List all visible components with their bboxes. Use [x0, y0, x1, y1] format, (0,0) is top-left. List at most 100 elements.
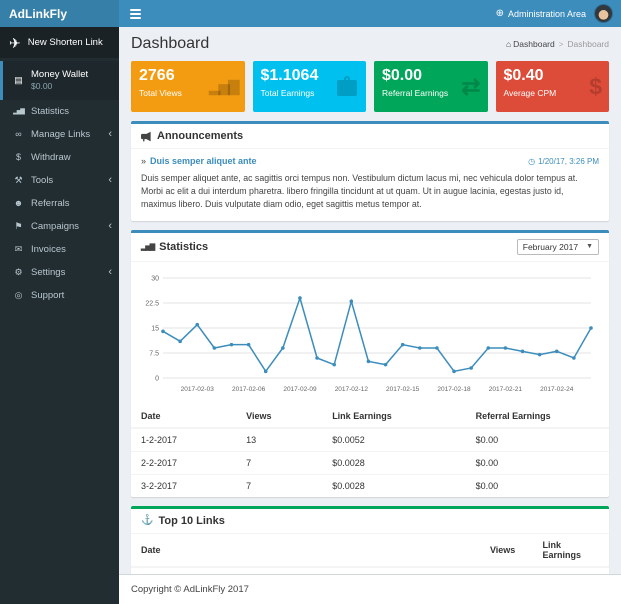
sidebar-item-label: Manage Links — [31, 128, 91, 140]
table-row: ∞ AdLinkFly - Monetized URL Shortener - … — [131, 566, 609, 574]
svg-text:2017-02-03: 2017-02-03 — [181, 386, 215, 393]
link-icon: ∞ — [15, 129, 22, 139]
svg-text:15: 15 — [151, 325, 159, 332]
content: Dashboard ⌂ Dashboard > Dashboard 2766 T… — [119, 27, 621, 574]
new-shorten-link-button[interactable]: ✈ New Shorten Link — [0, 27, 119, 58]
announcement-link[interactable]: Duis semper aliquet ante — [150, 156, 257, 166]
life-ring-icon: ◎ — [14, 289, 23, 300]
user-avatar[interactable] — [594, 4, 613, 23]
svg-text:2017-02-12: 2017-02-12 — [335, 386, 369, 393]
stat-boxes-row: 2766 Total Views ▂▅▇ $1.1064 Total Earni… — [131, 61, 609, 112]
stat-value: $0.40 — [503, 67, 544, 84]
sidebar-item-label: Tools — [31, 174, 54, 186]
panel-title: Announcements — [157, 130, 244, 142]
table-row: 3-2-2017 7 $0.0028 $0.00 — [131, 473, 609, 497]
column-header: Date — [131, 533, 480, 568]
chevron-left-icon: ‹ — [108, 219, 112, 232]
breadcrumb-separator: > — [558, 39, 564, 49]
globe-icon: ⊕ — [495, 8, 504, 19]
statistics-panel: ▂▅▇ Statistics February 2017 ▼ 0 7.5 15 22.… — [131, 229, 609, 497]
svg-text:2017-02-21: 2017-02-21 — [489, 386, 523, 393]
stat-box-total-earnings[interactable]: $1.1064 Total Earnings — [252, 61, 366, 112]
caret-down-icon: ▼ — [586, 243, 593, 251]
column-header: Views — [479, 533, 533, 568]
announcements-panel: Announcements » Duis semper aliquet ante… — [131, 121, 609, 221]
dollar-icon: $ — [589, 73, 602, 99]
sidebar-item-label: Campaigns — [31, 220, 80, 232]
stat-label: Average CPM — [503, 87, 557, 98]
anchor-icon: ⚓ — [141, 515, 154, 527]
svg-text:30: 30 — [151, 275, 159, 282]
stat-box-average-cpm[interactable]: $0.40 Average CPM $ — [495, 61, 609, 112]
column-header: Views — [236, 404, 323, 429]
wallet-icon: ▤ — [14, 74, 23, 85]
exchange-arrows-icon: ⇄ — [461, 73, 481, 99]
svg-text:0: 0 — [155, 375, 159, 382]
svg-text:2017-02-06: 2017-02-06 — [232, 386, 266, 393]
svg-text:7.5: 7.5 — [149, 350, 159, 357]
sidebar-item-label: Statistics — [31, 105, 70, 117]
wrench-icon: ⚒ — [14, 174, 23, 185]
sidebar-item-invoices[interactable]: ✉ Invoices — [0, 238, 119, 261]
svg-text:2017-02-24: 2017-02-24 — [540, 386, 574, 393]
column-header: Link Earnings — [532, 533, 609, 568]
sidebar-item-manage-links[interactable]: ∞ Manage Links ‹ — [0, 123, 119, 146]
sidebar-item-label: Referrals — [31, 197, 70, 209]
month-select-value: February 2017 — [522, 241, 579, 252]
announcement-date[interactable]: ◷ 1/20/17, 3:26 PM — [528, 157, 599, 166]
sidebar-item-label: Withdraw — [31, 151, 71, 163]
sidebar-item-statistics[interactable]: ▂▅▇ Statistics — [0, 100, 119, 123]
stat-box-referral-earnings[interactable]: $0.00 Referral Earnings ⇄ — [374, 61, 488, 112]
brand-name: AdLinkFly — [9, 6, 68, 21]
sidebar-item-money-wallet[interactable]: ▤ Money Wallet $0.00 — [0, 61, 119, 100]
sidebar-item-referrals[interactable]: ☻ Referrals — [0, 192, 119, 215]
double-angle-icon: » — [141, 156, 147, 166]
svg-text:2017-02-15: 2017-02-15 — [386, 386, 420, 393]
sidebar-item-label: Money Wallet — [31, 69, 89, 80]
sidebar-item-support[interactable]: ◎ Support — [0, 284, 119, 307]
top-navbar: ⊕ Administration Area — [119, 0, 621, 27]
announcement-body: Duis semper aliquet ante, ac sagittis or… — [141, 173, 578, 210]
sidebar-item-label: Support — [31, 289, 65, 301]
sidebar-item-withdraw[interactable]: $ Withdraw — [0, 146, 119, 169]
app-window: AdLinkFly ✈ New Shorten Link ▤ Money Wal… — [0, 0, 621, 604]
column-header: Link Earnings — [322, 404, 466, 429]
breadcrumb-home-link[interactable]: ⌂ Dashboard — [506, 39, 555, 49]
hamburger-icon — [129, 8, 141, 11]
top-links-panel: ⚓ Top 10 Links Date Views Link Earnings — [131, 505, 609, 574]
file-icon: ✉ — [14, 243, 23, 254]
bar-chart-icon: ▂▅▇ — [141, 243, 155, 251]
breadcrumb-current: Dashboard — [567, 39, 609, 49]
svg-text:22.5: 22.5 — [145, 300, 159, 307]
brand-logo[interactable]: AdLinkFly — [0, 0, 119, 27]
month-select[interactable]: February 2017 ▼ — [516, 238, 599, 255]
home-icon: ⌂ — [506, 39, 512, 49]
administration-area-link[interactable]: ⊕ Administration Area — [496, 8, 586, 19]
users-icon: ☻ — [13, 198, 24, 208]
statistics-chart: 0 7.5 15 22.5 30 2017-02-03 2017-02-06 2017-02-… — [131, 262, 609, 401]
breadcrumb: ⌂ Dashboard > Dashboard — [506, 39, 609, 49]
sidebar-item-settings[interactable]: ⚙ Settings ‹ — [0, 261, 119, 284]
sidebar-item-tools[interactable]: ⚒ Tools ‹ — [0, 169, 119, 192]
sidebar-item-campaigns[interactable]: ⚑ Campaigns ‹ — [0, 215, 119, 238]
svg-text:2017-02-09: 2017-02-09 — [283, 386, 317, 393]
page-title: Dashboard — [131, 35, 210, 52]
bar-chart-icon: ▂▅▇ — [13, 108, 25, 115]
top-links-table: Date Views Link Earnings ∞ AdLinkFly - M… — [131, 533, 609, 574]
sidebar-toggle-button[interactable] — [119, 0, 151, 27]
main-area: ⊕ Administration Area Dashboard ⌂ Dashbo… — [119, 0, 621, 604]
table-row: 1-2-2017 13 $0.0052 $0.00 — [131, 427, 609, 452]
wallet-balance: $0.00 — [31, 80, 53, 91]
link-title[interactable]: ∞ AdLinkFly - Monetized URL Shortener - … — [131, 566, 480, 574]
flag-icon: ⚑ — [14, 220, 23, 231]
sidebar-item-label: Invoices — [31, 243, 66, 255]
column-header: Date — [131, 404, 237, 429]
column-header: Referral Earnings — [465, 404, 609, 429]
stat-box-total-views[interactable]: 2766 Total Views ▂▅▇ — [131, 61, 245, 112]
statistics-table: Date Views Link Earnings Referral Earnin… — [131, 404, 609, 497]
administration-area-label: Administration Area — [507, 8, 586, 19]
money-icon: $ — [15, 152, 21, 162]
sidebar-menu: ▤ Money Wallet $0.00 ▂▅▇ Statistics ∞ Ma… — [0, 61, 119, 307]
chevron-left-icon: ‹ — [108, 127, 112, 140]
footer: Copyright © AdLinkFly 2017 — [119, 574, 621, 604]
